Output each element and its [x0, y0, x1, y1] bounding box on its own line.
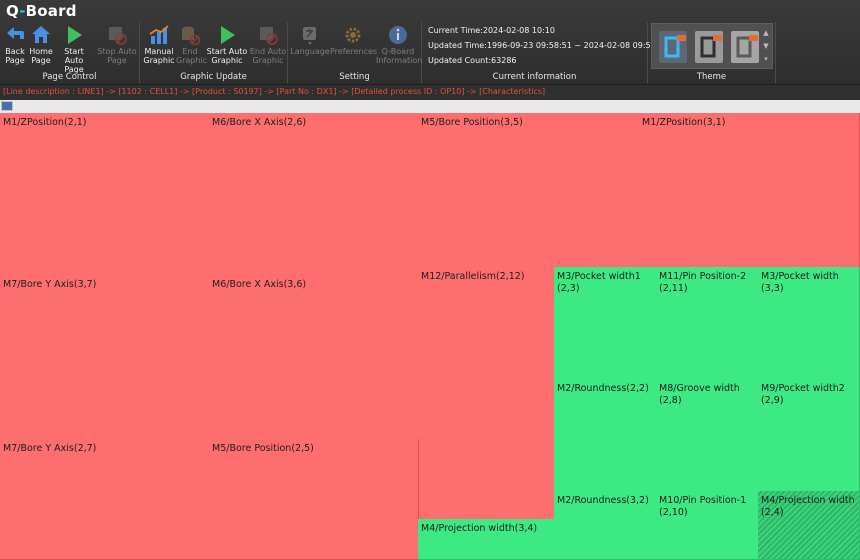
theme-group: ▲ ▼ ▾ Theme	[648, 22, 776, 83]
theme-gallery: ▲ ▼ ▾	[651, 23, 773, 69]
play-icon	[68, 26, 82, 44]
setting-group: Language Preferences Q-Board Information…	[288, 22, 422, 83]
treemap-tile[interactable]: M7/Bore Y Axis(3,7)	[0, 275, 210, 440]
theme-red-icon[interactable]	[658, 30, 688, 64]
treemap-tile[interactable]: M10/Pin Position-1 (2,10)	[656, 491, 759, 560]
treemap-tile[interactable]: M2/Roundness(2,2)	[554, 379, 657, 492]
ribbon: Q-Board Back Page Home Page Start Auto P…	[0, 0, 860, 85]
graphic-update-group: Manual Graphic End Graphic Start Auto Gr…	[140, 22, 288, 83]
breadcrumb[interactable]: [Line description : LINE1] -> [1102 : CE…	[3, 87, 545, 96]
current-information-group: Current Time:2024-02-08 10:10 Updated Ti…	[422, 22, 669, 83]
current-information-label: Current information	[492, 72, 577, 82]
treemap-tile[interactable]: M5/Bore Position(2,5)	[209, 439, 419, 560]
theme-dark-icon[interactable]	[730, 30, 760, 64]
stop-icon	[109, 27, 127, 45]
treemap-tile[interactable]: M8/Groove width (2,8)	[656, 379, 759, 492]
treemap-tile[interactable]: M7/Bore Y Axis(2,7)	[0, 439, 210, 560]
treemap-tile[interactable]: M9/Pocket width2 (2,9)	[758, 379, 860, 492]
page-control-label: Page Control	[42, 72, 97, 82]
setting-label: Setting	[339, 72, 370, 82]
qboard-information-button[interactable]: Q-Board Information	[376, 24, 422, 65]
treemap-tile[interactable]: M6/Bore X Axis(2,6)	[209, 113, 419, 276]
gear-icon	[345, 27, 361, 43]
treemap-tile[interactable]: M1/ZPosition(3,1)	[639, 113, 860, 268]
bar-chart-icon	[149, 25, 169, 44]
app-title: Q-Board	[6, 2, 77, 20]
manual-graphic-button[interactable]: Manual Graphic	[142, 24, 176, 65]
back-arrow-icon	[7, 27, 24, 39]
theme-scroll[interactable]: ▲ ▼ ▾	[762, 27, 770, 67]
preferences-button[interactable]: Preferences	[330, 24, 377, 56]
stop-auto-page-button[interactable]: Stop Auto Page	[95, 24, 139, 65]
treemap-tile[interactable]: M3/Pocket width (3,3)	[758, 267, 860, 380]
end-graphic-button[interactable]: End Graphic	[176, 24, 207, 65]
expand-icon[interactable]: ▾	[762, 53, 770, 66]
treemap-tile[interactable]: M5/Bore Position(3,5)	[418, 113, 640, 268]
stop-icon	[260, 27, 278, 45]
home-page-button[interactable]: Home Page	[28, 24, 54, 65]
language-icon	[303, 27, 316, 45]
treemap-tile[interactable]: M4/Projection width (2,4)	[758, 491, 860, 560]
scroll-up-icon[interactable]: ▲	[762, 27, 770, 40]
breadcrumb-bar: [Line description : LINE1] -> [1102 : CE…	[0, 85, 860, 100]
theme-gray-icon[interactable]	[694, 30, 724, 64]
page-control-group: Back Page Home Page Start Auto Page Stop…	[0, 22, 140, 83]
database-stop-icon	[182, 26, 201, 46]
language-button[interactable]: Language	[290, 24, 330, 56]
theme-label: Theme	[696, 72, 727, 82]
scroll-down-icon[interactable]: ▼	[762, 40, 770, 53]
treemap-tile[interactable]: M4/Projection width(3,4)	[418, 519, 555, 560]
treemap-tile[interactable]: M1/ZPosition(2,1)	[0, 113, 210, 276]
back-page-button[interactable]: Back Page	[2, 24, 28, 65]
treemap-tile[interactable]: M2/Roundness(3,2)	[554, 491, 657, 560]
start-auto-graphic-button[interactable]: Start Auto Graphic	[206, 24, 248, 65]
treemap-tile[interactable]: M3/Pocket width1 (2,3)	[554, 267, 657, 380]
treemap-tile[interactable]: M11/Pin Position-2 (2,11)	[656, 267, 759, 380]
sub-toolbar	[0, 100, 860, 113]
graphic-update-label: Graphic Update	[180, 72, 247, 82]
characteristics-treemap: M1/ZPosition(2,1) M6/Bore X Axis(2,6) M5…	[0, 113, 860, 560]
updated-count: Updated Count:63286	[428, 56, 517, 65]
start-auto-page-button[interactable]: Start Auto Page	[54, 24, 94, 74]
info-icon	[389, 26, 407, 44]
current-time: Current Time:2024-02-08 10:10	[428, 26, 555, 35]
updated-time: Updated Time:1996-09-23 09:58:51 ~ 2024-…	[428, 41, 669, 50]
image-icon[interactable]	[1, 101, 13, 111]
treemap-tile[interactable]: M6/Bore X Axis(3,6)	[209, 275, 419, 440]
play-icon	[221, 26, 235, 44]
end-auto-graphic-button[interactable]: End Auto Graphic	[248, 24, 288, 65]
home-icon	[32, 26, 50, 43]
treemap-tile[interactable]: M12/Parallelism(2,12)	[418, 267, 555, 520]
